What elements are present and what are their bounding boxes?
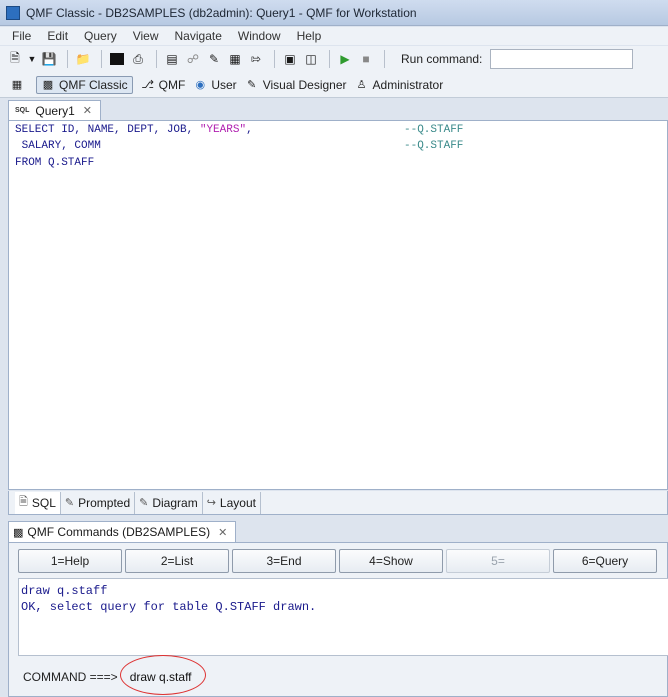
- toolbar-separator: [67, 50, 68, 68]
- print-icon[interactable]: ⎙: [129, 50, 147, 68]
- subtab-prompted[interactable]: ✎ Prompted: [61, 491, 136, 514]
- administrator-icon: ♙: [356, 79, 367, 91]
- panel-icon[interactable]: ◫: [302, 50, 320, 68]
- toolbar-separator: [384, 50, 385, 68]
- user-icon: ◉: [195, 79, 206, 91]
- fkey-5-button[interactable]: 5=: [446, 549, 550, 573]
- run-command-label: Run command:: [401, 52, 483, 66]
- code-comment: --Q.STAFF: [404, 124, 464, 136]
- run-icon[interactable]: ▶: [336, 50, 354, 68]
- menu-bar: File Edit Query View Navigate Window Hel…: [0, 27, 668, 45]
- output-line: draw q.staff: [21, 584, 108, 598]
- subtab-label: SQL: [31, 495, 56, 510]
- perspective-label: Administrator: [372, 77, 444, 92]
- link-icon[interactable]: ☍: [184, 50, 202, 68]
- tab-query1[interactable]: SQL Query1 ✕: [8, 100, 101, 120]
- tab-label: QMF Commands (DB2SAMPLES): [27, 525, 211, 539]
- code-comment: --Q.STAFF: [404, 140, 464, 152]
- window-title: QMF Classic - DB2SAMPLES (db2admin): Que…: [26, 5, 417, 20]
- editor-tab-bar: SQL Query1 ✕: [8, 98, 668, 120]
- perspective-administrator[interactable]: ♙ Administrator: [355, 78, 444, 92]
- code-line: SALARY, COMM: [15, 140, 101, 152]
- toolbar-separator: [274, 50, 275, 68]
- open-folder-icon[interactable]: 📁: [74, 50, 92, 68]
- subtab-label: Prompted: [78, 495, 131, 510]
- fkey-show-button[interactable]: 4=Show: [339, 549, 443, 573]
- layout-icon: ↪: [206, 497, 216, 509]
- perspective-qmf[interactable]: ⎇ QMF: [141, 77, 186, 92]
- menu-query[interactable]: Query: [84, 29, 117, 43]
- fkey-list-button[interactable]: 2=List: [125, 549, 229, 573]
- wizard-icon[interactable]: ✎: [205, 50, 223, 68]
- code-line: FROM Q.STAFF: [15, 157, 95, 169]
- properties-icon[interactable]: ▤: [163, 50, 181, 68]
- qmf-classic-icon: ▩: [42, 79, 54, 91]
- sql-editor[interactable]: SELECT ID, NAME, DEPT, JOB, "YEARS", --Q…: [8, 120, 668, 490]
- sql-icon: 🗎: [19, 496, 28, 508]
- new-icon[interactable]: 🗎: [6, 50, 24, 68]
- menu-window[interactable]: Window: [238, 29, 281, 43]
- table-icon[interactable]: ▦: [226, 50, 244, 68]
- dropdown-icon[interactable]: ▼: [27, 50, 37, 68]
- app-icon: [6, 5, 20, 20]
- commands-icon: ▩: [13, 526, 24, 539]
- subtab-layout[interactable]: ↪ Layout: [203, 491, 261, 514]
- menu-view[interactable]: View: [133, 29, 159, 43]
- fkey-help-button[interactable]: 1=Help: [18, 549, 122, 573]
- tab-qmf-commands[interactable]: ▩ QMF Commands (DB2SAMPLES) ✕: [8, 521, 237, 542]
- command-label: COMMAND ===>: [23, 670, 118, 684]
- export-icon[interactable]: ⇰: [247, 50, 265, 68]
- perspective-label: Visual Designer: [262, 77, 347, 92]
- code-string: "YEARS": [199, 124, 247, 136]
- editor-subtabs: 🗎 SQL ✎ Prompted ✎ Diagram ↪ Layout: [8, 491, 668, 515]
- diagram-icon: ✎: [139, 497, 149, 509]
- open-perspective-icon[interactable]: ▦: [10, 78, 28, 92]
- prompted-icon: ✎: [64, 497, 75, 509]
- perspective-user[interactable]: ◉ User: [193, 77, 237, 92]
- subtab-label: Diagram: [152, 495, 198, 510]
- code-text: ,: [246, 124, 253, 136]
- toolbar-separator: [329, 50, 330, 68]
- perspective-visual-designer[interactable]: ✎ Visual Designer: [245, 77, 347, 92]
- commands-panel: 1=Help 2=List 3=End 4=Show 5= 6=Query dr…: [8, 542, 668, 697]
- window-icon[interactable]: ▣: [281, 50, 299, 68]
- toolbar-separator: [101, 50, 102, 68]
- stop-icon[interactable]: ■: [357, 50, 375, 68]
- perspective-bar: ▦ ▩ QMF Classic ⎇ QMF ◉ User ✎ Visual De…: [0, 72, 668, 98]
- main-toolbar: 🗎 ▼ 💾 📁 ⎙ ▤ ☍ ✎ ▦ ⇰ ▣ ◫ ▶ ■ Run command:: [0, 46, 668, 72]
- toolbar-separator: [156, 50, 157, 68]
- highlight-ellipse: [119, 655, 206, 695]
- subtab-label: Layout: [219, 495, 256, 510]
- menu-edit[interactable]: Edit: [47, 29, 68, 43]
- subtab-sql[interactable]: 🗎 SQL: [15, 491, 61, 514]
- save-icon[interactable]: 💾: [40, 50, 58, 68]
- perspective-qmf-classic[interactable]: ▩ QMF Classic: [36, 75, 133, 94]
- menu-file[interactable]: File: [12, 29, 31, 43]
- perspective-label: QMF: [158, 77, 186, 92]
- subtab-diagram[interactable]: ✎ Diagram: [135, 491, 203, 514]
- perspective-label: User: [211, 77, 237, 92]
- command-output: draw q.staff OK, select query for table …: [18, 578, 668, 656]
- qmf-icon: ⎇: [141, 79, 155, 91]
- fkey-end-button[interactable]: 3=End: [232, 549, 336, 573]
- menu-help[interactable]: Help: [297, 29, 322, 43]
- close-icon[interactable]: ✕: [83, 104, 92, 117]
- console-icon[interactable]: [108, 50, 126, 68]
- code-line: SELECT ID, NAME, DEPT, JOB, "YEARS",: [15, 124, 253, 136]
- output-line: OK, select query for table Q.STAFF drawn…: [21, 600, 317, 614]
- command-line: COMMAND ===> draw q.staff: [23, 655, 646, 695]
- function-key-bar: 1=Help 2=List 3=End 4=Show 5= 6=Query: [18, 549, 660, 573]
- fkey-query-button[interactable]: 6=Query: [553, 549, 657, 573]
- close-icon[interactable]: ✕: [218, 526, 227, 539]
- code-text: SELECT ID, NAME, DEPT, JOB,: [15, 124, 200, 136]
- menu-navigate[interactable]: Navigate: [175, 29, 222, 43]
- sql-file-icon: SQL: [15, 107, 30, 114]
- title-bar: QMF Classic - DB2SAMPLES (db2admin): Que…: [0, 0, 668, 26]
- tab-label: Query1: [35, 103, 75, 118]
- command-input-wrap: draw q.staff: [119, 655, 646, 695]
- commands-view-tab-bar: ▩ QMF Commands (DB2SAMPLES) ✕: [8, 520, 668, 542]
- run-command-input[interactable]: [490, 49, 634, 69]
- visual-designer-icon: ✎: [247, 79, 257, 91]
- perspective-label: QMF Classic: [59, 77, 128, 92]
